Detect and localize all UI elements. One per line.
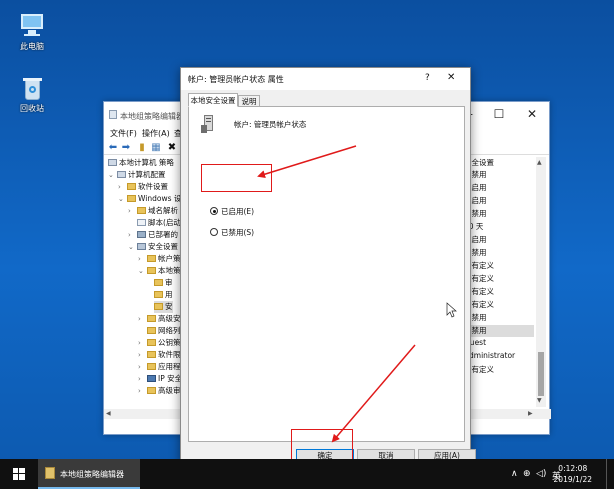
windows-start-icon[interactable] — [13, 468, 25, 480]
annotation-arrow-to-ok — [331, 344, 416, 443]
clock-date: 2019/1/22 — [553, 475, 592, 484]
mouse-cursor-icon — [446, 302, 457, 318]
show-desktop-button[interactable] — [606, 459, 607, 489]
volume-icon[interactable]: ◁) — [536, 469, 546, 479]
taskbar-app-gp-editor[interactable]: 本地组策略编辑器 — [38, 459, 140, 489]
taskbar-app-label: 本地组策略编辑器 — [60, 470, 124, 479]
clock[interactable]: 0:12:08 2019/1/22 — [554, 463, 592, 485]
clock-time: 0:12:08 — [558, 464, 588, 473]
tab-local-security-setting[interactable]: 本地安全设置 — [188, 93, 238, 107]
gp-editor-app-icon — [45, 467, 55, 479]
tray-overflow-icon[interactable]: ∧ — [511, 469, 518, 479]
taskbar: 本地组策略编辑器 ∧ ⊕ ◁) 英 0:12:08 2019/1/22 — [0, 459, 614, 489]
annotation-arrow-to-enabled — [257, 145, 357, 179]
network-icon[interactable]: ⊕ — [523, 469, 531, 479]
annotation-arrows — [257, 145, 457, 443]
